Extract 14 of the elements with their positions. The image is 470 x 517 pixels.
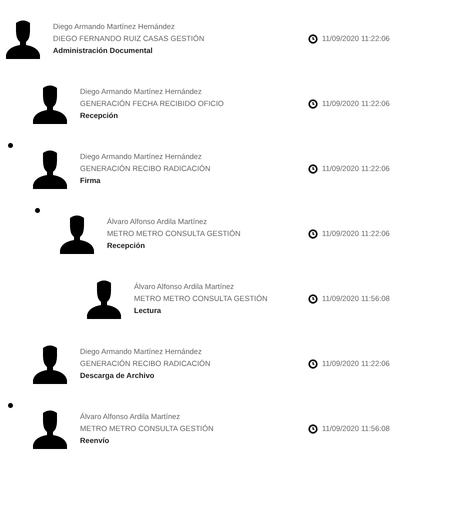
avatar-icon bbox=[32, 84, 68, 124]
clock-icon bbox=[308, 424, 318, 434]
avatar-icon bbox=[86, 278, 122, 318]
avatar-icon bbox=[5, 18, 41, 58]
clock-icon bbox=[308, 294, 318, 304]
avatar-icon bbox=[32, 408, 68, 448]
avatar-icon bbox=[59, 214, 95, 254]
clock-icon bbox=[308, 358, 318, 368]
avatar-icon bbox=[32, 344, 68, 384]
clock-icon bbox=[308, 228, 318, 238]
clock-icon bbox=[308, 98, 318, 108]
avatar-icon bbox=[32, 148, 68, 188]
clock-icon bbox=[308, 164, 318, 174]
clock-icon bbox=[308, 34, 318, 44]
